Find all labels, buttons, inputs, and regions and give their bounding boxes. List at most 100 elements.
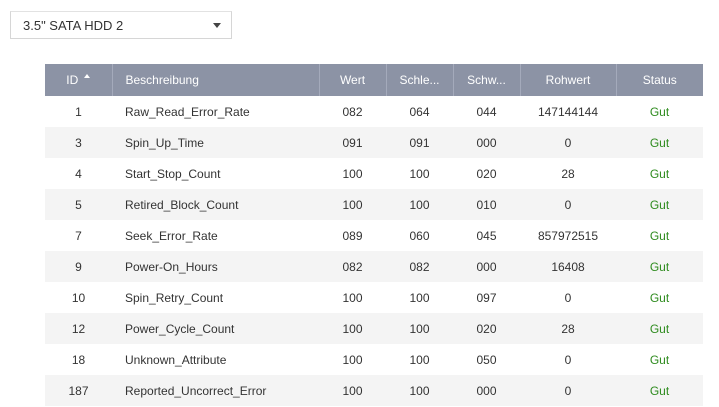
- cell-threshold: 064: [386, 96, 453, 127]
- cell-status: Gut: [616, 158, 703, 189]
- table-row[interactable]: 9 Power-On_Hours 082 082 000 16408 Gut: [45, 251, 703, 282]
- cell-raw: 0: [520, 282, 616, 313]
- cell-raw: 0: [520, 375, 616, 406]
- cell-worst: 000: [453, 375, 520, 406]
- cell-value: 100: [319, 344, 386, 375]
- cell-description: Retired_Block_Count: [112, 189, 319, 220]
- column-header-description-label: Beschreibung: [125, 73, 199, 87]
- cell-threshold: 100: [386, 313, 453, 344]
- cell-raw: 0: [520, 189, 616, 220]
- sort-ascending-icon: [84, 74, 91, 78]
- cell-id: 10: [45, 282, 112, 313]
- cell-description: Raw_Read_Error_Rate: [112, 96, 319, 127]
- table-row[interactable]: 10 Spin_Retry_Count 100 100 097 0 Gut: [45, 282, 703, 313]
- cell-value: 089: [319, 220, 386, 251]
- disk-select-dropdown[interactable]: 3.5" SATA HDD 2: [10, 11, 232, 39]
- cell-description: Seek_Error_Rate: [112, 220, 319, 251]
- cell-description: Power-On_Hours: [112, 251, 319, 282]
- table-row[interactable]: 7 Seek_Error_Rate 089 060 045 857972515 …: [45, 220, 703, 251]
- table-header: ID Beschreibung Wert Schle... Schw... Ro…: [45, 64, 703, 96]
- column-header-description[interactable]: Beschreibung: [111, 64, 319, 96]
- column-header-status[interactable]: Status: [615, 64, 703, 96]
- cell-threshold: 082: [386, 251, 453, 282]
- smart-info-panel: 3.5" SATA HDD 2 ID Beschreibung Wert Sch…: [0, 0, 719, 407]
- cell-description: Start_Stop_Count: [112, 158, 319, 189]
- cell-threshold: 100: [386, 282, 453, 313]
- cell-threshold: 091: [386, 127, 453, 158]
- cell-threshold: 100: [386, 158, 453, 189]
- cell-status: Gut: [616, 189, 703, 220]
- cell-threshold: 060: [386, 220, 453, 251]
- cell-id: 7: [45, 220, 112, 251]
- cell-worst: 045: [453, 220, 520, 251]
- cell-id: 3: [45, 127, 112, 158]
- cell-value: 100: [319, 313, 386, 344]
- table-row[interactable]: 187 Reported_Uncorrect_Error 100 100 000…: [45, 375, 703, 406]
- cell-raw: 28: [520, 158, 616, 189]
- column-header-worst-label: Schw...: [467, 73, 506, 87]
- cell-threshold: 100: [386, 344, 453, 375]
- cell-worst: 044: [453, 96, 520, 127]
- cell-status: Gut: [616, 220, 703, 251]
- cell-id: 12: [45, 313, 112, 344]
- column-header-raw-label: Rohwert: [545, 73, 591, 87]
- cell-raw: 147144144: [520, 96, 616, 127]
- cell-value: 100: [319, 282, 386, 313]
- cell-status: Gut: [616, 344, 703, 375]
- column-header-id-label: ID: [66, 73, 79, 87]
- cell-raw: 16408: [520, 251, 616, 282]
- table-row[interactable]: 18 Unknown_Attribute 100 100 050 0 Gut: [45, 344, 703, 375]
- cell-worst: 000: [453, 251, 520, 282]
- column-header-threshold-label: Schle...: [399, 73, 440, 87]
- table-row[interactable]: 3 Spin_Up_Time 091 091 000 0 Gut: [45, 127, 703, 158]
- cell-value: 082: [319, 96, 386, 127]
- cell-worst: 097: [453, 282, 520, 313]
- cell-raw: 28: [520, 313, 616, 344]
- cell-status: Gut: [616, 313, 703, 344]
- column-header-id[interactable]: ID: [45, 64, 112, 96]
- cell-value: 100: [319, 158, 386, 189]
- column-header-value[interactable]: Wert: [318, 64, 386, 96]
- table-row[interactable]: 12 Power_Cycle_Count 100 100 020 28 Gut: [45, 313, 703, 344]
- cell-id: 9: [45, 251, 112, 282]
- column-header-raw[interactable]: Rohwert: [519, 64, 616, 96]
- cell-value: 091: [319, 127, 386, 158]
- cell-value: 082: [319, 251, 386, 282]
- cell-status: Gut: [616, 96, 703, 127]
- cell-id: 4: [45, 158, 112, 189]
- cell-description: Reported_Uncorrect_Error: [112, 375, 319, 406]
- cell-raw: 0: [520, 344, 616, 375]
- cell-worst: 000: [453, 127, 520, 158]
- cell-status: Gut: [616, 251, 703, 282]
- column-header-value-label: Wert: [339, 73, 366, 87]
- cell-description: Spin_Up_Time: [112, 127, 319, 158]
- cell-worst: 020: [453, 313, 520, 344]
- cell-worst: 020: [453, 158, 520, 189]
- cell-id: 187: [45, 375, 112, 406]
- cell-id: 1: [45, 96, 112, 127]
- table-body: 1 Raw_Read_Error_Rate 082 064 044 147144…: [45, 96, 703, 406]
- cell-id: 18: [45, 344, 112, 375]
- chevron-down-icon[interactable]: [213, 23, 221, 28]
- cell-status: Gut: [616, 375, 703, 406]
- column-header-status-label: Status: [642, 73, 677, 87]
- cell-status: Gut: [616, 282, 703, 313]
- cell-value: 100: [319, 375, 386, 406]
- table-row[interactable]: 1 Raw_Read_Error_Rate 082 064 044 147144…: [45, 96, 703, 127]
- cell-description: Power_Cycle_Count: [112, 313, 319, 344]
- cell-threshold: 100: [386, 189, 453, 220]
- column-header-threshold[interactable]: Schle...: [385, 64, 453, 96]
- cell-worst: 010: [453, 189, 520, 220]
- cell-value: 100: [319, 189, 386, 220]
- smart-attributes-table: ID Beschreibung Wert Schle... Schw... Ro…: [45, 64, 703, 406]
- cell-description: Spin_Retry_Count: [112, 282, 319, 313]
- cell-raw: 0: [520, 127, 616, 158]
- cell-description: Unknown_Attribute: [112, 344, 319, 375]
- table-row[interactable]: 4 Start_Stop_Count 100 100 020 28 Gut: [45, 158, 703, 189]
- cell-status: Gut: [616, 127, 703, 158]
- cell-id: 5: [45, 189, 112, 220]
- cell-worst: 050: [453, 344, 520, 375]
- cell-raw: 857972515: [520, 220, 616, 251]
- table-row[interactable]: 5 Retired_Block_Count 100 100 010 0 Gut: [45, 189, 703, 220]
- column-header-worst[interactable]: Schw...: [452, 64, 520, 96]
